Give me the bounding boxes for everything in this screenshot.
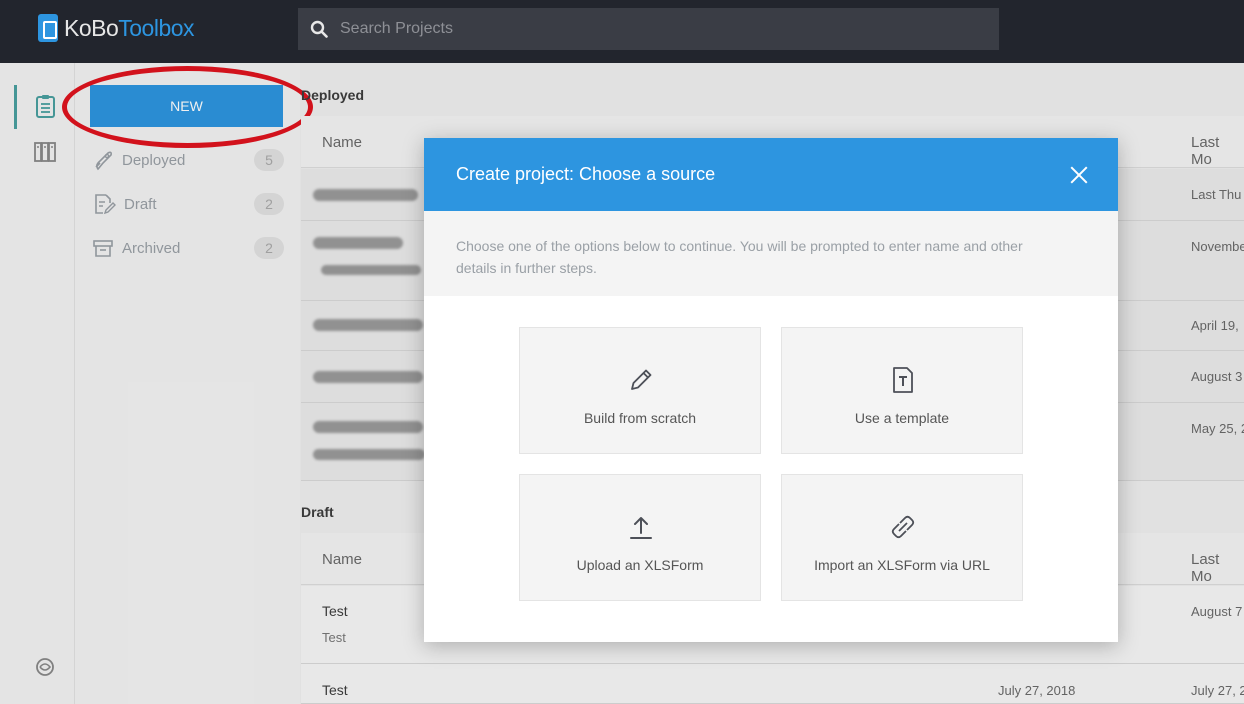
logo-mark-icon [38, 14, 58, 42]
logo-text-toolbox: Toolbox [118, 14, 195, 41]
upload-icon [630, 517, 652, 539]
upload-xlsform-option[interactable]: Upload an XLSForm [519, 474, 761, 601]
import-xlsform-url-option[interactable]: Import an XLSForm via URL [781, 474, 1023, 601]
logo-text-kobo: KoBo [64, 14, 119, 41]
build-from-scratch-option[interactable]: Build from scratch [519, 327, 761, 454]
kobotoolbox-logo[interactable]: KoBoToolbox [38, 14, 195, 42]
option-label: Build from scratch [583, 410, 697, 426]
close-icon[interactable] [1070, 166, 1088, 184]
modal-title: Create project: Choose a source [456, 164, 716, 184]
pencil-icon [631, 369, 652, 390]
modal-description: Choose one of the options below to conti… [424, 211, 1118, 296]
option-label: Upload an XLSForm [576, 557, 704, 573]
search-input[interactable] [340, 20, 940, 38]
search-bar[interactable] [298, 8, 999, 50]
option-label: Import an XLSForm via URL [814, 557, 990, 573]
template-icon [893, 367, 913, 393]
search-icon [310, 20, 328, 38]
option-label: Use a template [854, 410, 950, 426]
use-template-option[interactable]: Use a template [781, 327, 1023, 454]
create-project-modal: Create project: Choose a source Choose o… [424, 138, 1118, 642]
modal-header: Create project: Choose a source [424, 138, 1118, 211]
top-bar: KoBoToolbox [0, 0, 1244, 63]
link-icon [891, 515, 915, 539]
